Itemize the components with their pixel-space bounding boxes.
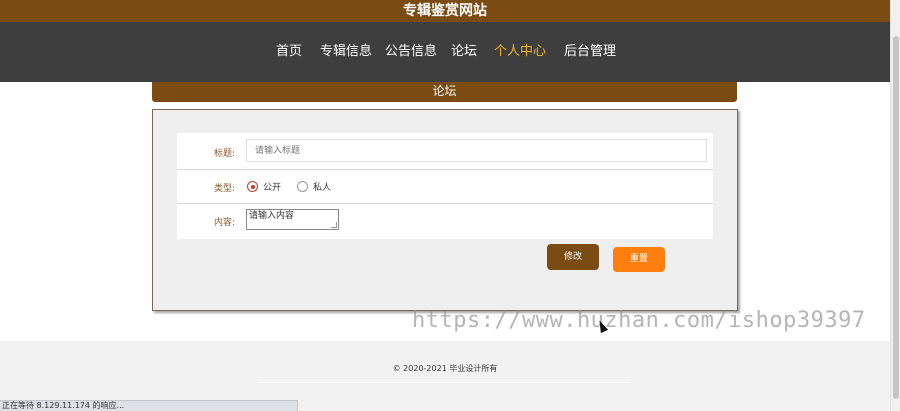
radio-private[interactable] xyxy=(297,181,308,192)
content-textarea[interactable]: 请输入内容 xyxy=(246,209,339,230)
nav-item-forum[interactable]: 论坛 xyxy=(451,22,477,82)
main-nav: 首页 专辑信息 公告信息 论坛 个人中心 后台管理 xyxy=(0,22,890,82)
reset-button[interactable]: 重置 xyxy=(613,247,665,272)
nav-item-announcements[interactable]: 公告信息 xyxy=(385,22,437,82)
nav-item-albums[interactable]: 专辑信息 xyxy=(320,22,372,82)
site-title: 专辑鉴赏网站 xyxy=(0,0,890,22)
nav-item-personal-center[interactable]: 个人中心 xyxy=(494,22,546,82)
page: 专辑鉴赏网站 首页 专辑信息 公告信息 论坛 个人中心 后台管理 论坛 标题: … xyxy=(0,0,900,411)
page-scrollbar[interactable] xyxy=(890,0,900,411)
nav-item-home[interactable]: 首页 xyxy=(276,22,302,82)
scrollbar-thumb[interactable] xyxy=(893,36,899,399)
nav-item-admin[interactable]: 后台管理 xyxy=(564,22,616,82)
forum-edit-panel: 标题: 类型: 公开 私人 内容: 请输入内容 修改 重置 xyxy=(152,109,738,311)
section-title: 论坛 xyxy=(152,82,737,102)
radio-private-label[interactable]: 私人 xyxy=(313,180,331,193)
form-row-title: 标题: xyxy=(177,133,713,170)
radio-public[interactable] xyxy=(247,181,258,192)
form-row-type: 类型: 公开 私人 xyxy=(177,170,713,204)
forum-form: 标题: 类型: 公开 私人 内容: 请输入内容 xyxy=(177,133,713,239)
watermark-text: https://www.huzhan.com/ishop39397 xyxy=(412,308,866,333)
title-label: 标题: xyxy=(213,149,235,159)
content-label: 内容: xyxy=(213,218,235,228)
title-input[interactable] xyxy=(246,139,707,162)
browser-status-bar: 正在等待 8.129.11.174 的响应... xyxy=(0,400,298,411)
edit-button[interactable]: 修改 xyxy=(547,244,599,270)
footer-divider xyxy=(258,382,630,383)
radio-public-label[interactable]: 公开 xyxy=(263,180,281,193)
form-row-content: 内容: 请输入内容 xyxy=(177,204,713,238)
copyright-text: © 2020-2021 毕业设计所有 xyxy=(392,364,498,373)
type-label: 类型: xyxy=(213,184,235,194)
